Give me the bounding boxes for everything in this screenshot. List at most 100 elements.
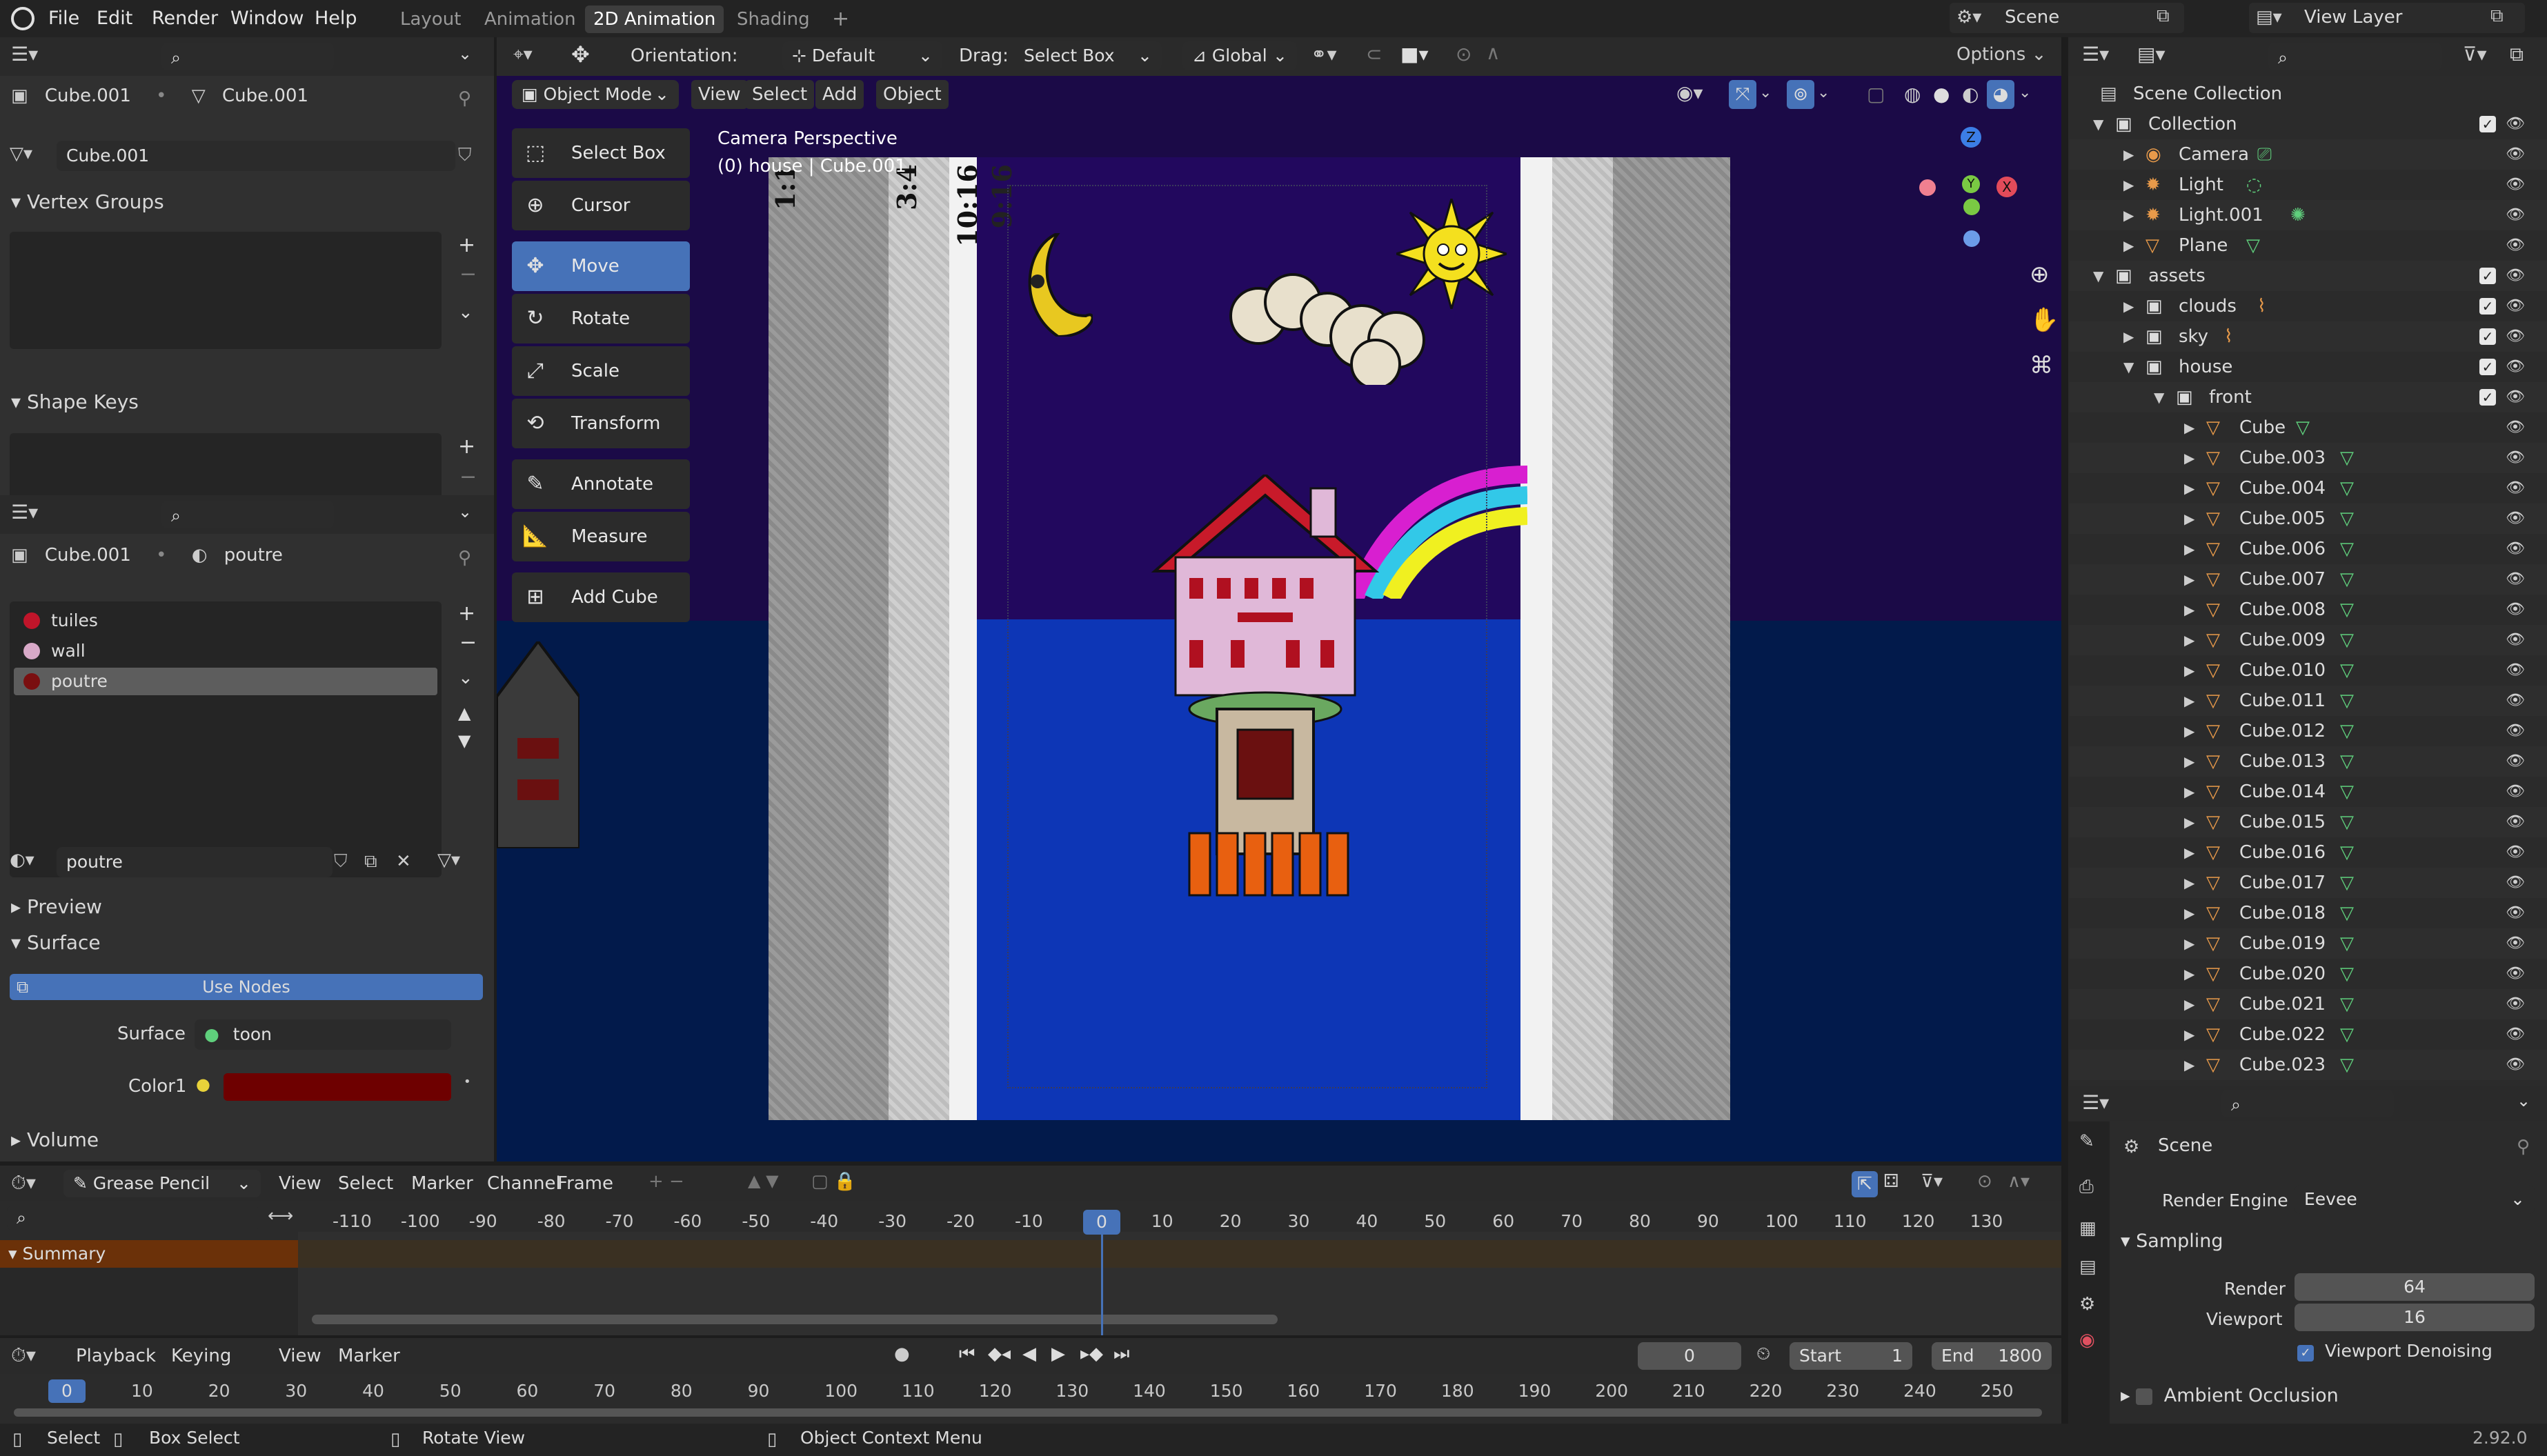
outliner-row-cube-019[interactable]: ▶ ▽ Cube.019 ▽ 👁 (2070, 928, 2547, 959)
start-frame-field[interactable]: Start 1 (1790, 1342, 1912, 1370)
gizmo-y-axis[interactable]: Y (1962, 175, 1980, 193)
viewport-menu-view[interactable]: View (691, 80, 748, 109)
outliner-row-cube-007[interactable]: ▶ ▽ Cube.007 ▽ 👁 (2070, 564, 2547, 595)
visibility-eye-icon[interactable]: 👁 (2506, 686, 2525, 716)
editor-type-icon[interactable]: ☰▾ (11, 43, 38, 66)
visibility-eye-icon[interactable]: 👁 (2506, 503, 2525, 534)
outliner-row-cube-005[interactable]: ▶ ▽ Cube.005 ▽ 👁 (2070, 503, 2547, 534)
outliner-row-front[interactable]: ▼ ▣ front ✓ 👁 (2070, 382, 2547, 412)
menu-file[interactable]: File (48, 0, 79, 37)
outliner-row-plane[interactable]: ▶ ▽ Plane ▽ 👁 (2070, 230, 2547, 261)
collapsed-arrow-icon[interactable]: ▶ (2184, 473, 2194, 503)
wireframe-shading-icon[interactable]: ◍ (1904, 83, 1921, 106)
keyframe-dot-icon[interactable]: • (464, 1075, 471, 1089)
outliner-row-cube-010[interactable]: ▶ ▽ Cube.010 ▽ 👁 (2070, 655, 2547, 686)
visibility-eye-icon[interactable]: 👁 (2506, 352, 2525, 382)
mode-dropdown[interactable]: ✎ Grease Pencil ⌄ (63, 1170, 261, 1197)
checkbox-icon[interactable] (2136, 1388, 2153, 1405)
drag-dropdown[interactable]: Select Box ⌄ (1024, 41, 1162, 70)
menu-window[interactable]: Window (230, 0, 304, 37)
visibility-eye-icon[interactable]: 👁 (2506, 989, 2525, 1019)
expanded-arrow-icon[interactable]: ▼ (2093, 109, 2103, 139)
collapsed-arrow-icon[interactable]: ▶ (2184, 443, 2194, 473)
tab-animation[interactable]: Animation (476, 6, 584, 33)
tool-add-cube[interactable]: ⊞ Add Cube (512, 572, 690, 622)
visibility-eye-icon[interactable]: 👁 (2506, 534, 2525, 564)
new-collection-icon[interactable]: ⧉ (2510, 43, 2524, 66)
orientation-dropdown[interactable]: ⊹ Default ⌄ (782, 41, 942, 70)
transform-orientation-dropdown[interactable]: ⊿ Global ⌄ (1182, 41, 1297, 70)
visibility-eye-icon[interactable]: 👁 (2506, 746, 2525, 777)
snap-icon[interactable]: ⊂ (1366, 43, 1382, 66)
3d-viewport[interactable]: 1:1 3:4 10:16 9:16 Camera Perspective (0) h… (497, 76, 2061, 1161)
expanded-arrow-icon[interactable]: ▼ (2154, 382, 2164, 412)
world-tab-icon[interactable]: ◉ (2079, 1330, 2095, 1350)
material-slot[interactable]: wall (14, 637, 437, 665)
outliner-row-cube-020[interactable]: ▶ ▽ Cube.020 ▽ 👁 (2070, 959, 2547, 989)
viewport-samples-field[interactable]: 16 (2295, 1304, 2535, 1331)
fake-user-shield-icon[interactable]: ⛉ (458, 145, 472, 166)
color1-swatch[interactable] (224, 1073, 451, 1101)
collapsed-arrow-icon[interactable]: ▶ (2184, 412, 2194, 443)
add-workspace-button[interactable]: + (824, 6, 858, 33)
search-field[interactable]: ⌕ (161, 501, 334, 528)
pin-icon[interactable]: ⚲ (2517, 1137, 2530, 1157)
tab-2d-animation[interactable]: 2D Animation (585, 6, 724, 33)
rendered-shading-icon[interactable]: ◕ (1987, 80, 2014, 109)
visibility-eye-icon[interactable]: 👁 (2506, 109, 2525, 139)
visibility-eye-icon[interactable]: 👁 (2506, 1050, 2525, 1080)
timeline-menu-keying[interactable]: Keying (171, 1338, 231, 1374)
mesh-data-icon[interactable]: ▽▾ (10, 143, 32, 164)
remove-material-slot-button[interactable]: − (459, 630, 477, 655)
visibility-eye-icon[interactable]: 👁 (2506, 959, 2525, 989)
visibility-eye-icon[interactable]: 👁 (2506, 807, 2525, 837)
visibility-eye-icon[interactable]: 👁 (2506, 412, 2525, 443)
outliner-row-light[interactable]: ▶ ✹ Light ◌ 👁 (2070, 170, 2547, 200)
collapsed-arrow-icon[interactable]: ▶ (2184, 898, 2194, 928)
collapsed-arrow-icon[interactable]: ▶ (2184, 959, 2194, 989)
dopesheet-keyframe-area[interactable] (298, 1232, 2061, 1335)
visibility-eye-icon[interactable]: 👁 (2506, 655, 2525, 686)
visibility-eye-icon[interactable]: 👁 (2506, 595, 2525, 625)
vertex-group-menu-icon[interactable]: ⌄ (458, 302, 473, 323)
outliner-row-collection[interactable]: ▼ ▣ Collection ✓ 👁 (2070, 109, 2547, 139)
gizmo-menu-icon[interactable]: ⌄ (1759, 84, 1772, 101)
timeline-menu-playback[interactable]: Playback (76, 1338, 156, 1374)
collapsed-arrow-icon[interactable]: ▶ (2123, 291, 2134, 321)
timeline-menu-view[interactable]: View (279, 1338, 321, 1374)
outliner-row-cube-012[interactable]: ▶ ▽ Cube.012 ▽ 👁 (2070, 716, 2547, 746)
exclude-checkbox[interactable]: ✓ (2479, 359, 2496, 375)
chevron-down-icon[interactable]: ⌄ (2517, 1091, 2530, 1110)
summary-channel[interactable]: ▾ Summary (0, 1240, 298, 1268)
jump-end-icon[interactable]: ⏭ (1113, 1344, 1129, 1365)
chevron-down-icon[interactable]: ⌄ (458, 44, 472, 63)
snap-element-icon[interactable]: ■▾ (1400, 43, 1429, 66)
scene-tab-icon[interactable]: ⚙ (2079, 1294, 2095, 1315)
overlays-toggle-icon[interactable]: ⊚ (1787, 80, 1814, 109)
add-material-slot-button[interactable]: + (458, 601, 475, 626)
outliner-row-assets[interactable]: ▼ ▣ assets ✓ 👁 (2070, 261, 2547, 291)
outliner-row-scene-collection[interactable]: ▤ Scene Collection (2070, 79, 2547, 109)
remove-shape-key-button[interactable]: − (459, 465, 477, 489)
expanded-arrow-icon[interactable]: ▼ (2093, 261, 2103, 291)
pivot-point-icon[interactable]: ⚭▾ (1311, 43, 1337, 66)
editor-type-icon[interactable]: ☰▾ (2082, 1091, 2109, 1114)
move-down-icon[interactable]: ▼ (458, 731, 470, 750)
remove-vertex-group-button[interactable]: − (459, 262, 477, 286)
outliner-row-cube-017[interactable]: ▶ ▽ Cube.017 ▽ 👁 (2070, 868, 2547, 898)
chevron-down-icon[interactable]: ⌄ (458, 502, 472, 521)
visibility-icon[interactable]: ◉▾ (1676, 81, 1703, 104)
gizmo-neg-z-axis[interactable] (1963, 230, 1980, 247)
visibility-eye-icon[interactable]: 👁 (2506, 291, 2525, 321)
play-icon[interactable]: ▶ (1051, 1344, 1065, 1364)
play-reverse-icon[interactable]: ◀ (1022, 1344, 1036, 1364)
visibility-eye-icon[interactable]: 👁 (2506, 443, 2525, 473)
editor-type-icon[interactable]: ☰▾ (11, 501, 38, 523)
viewport-menu-object[interactable]: Object (876, 80, 949, 109)
visibility-eye-icon[interactable]: 👁 (2506, 1019, 2525, 1050)
keyframe-nav-icon[interactable]: ▲ ▼ (748, 1171, 779, 1190)
collapsed-arrow-icon[interactable]: ▶ (2184, 595, 2194, 625)
outliner-search-field[interactable]: ⌕ (2268, 43, 2442, 70)
swap-icon[interactable]: ⟷ (268, 1206, 293, 1226)
viewport-menu-add[interactable]: Add (815, 80, 864, 109)
